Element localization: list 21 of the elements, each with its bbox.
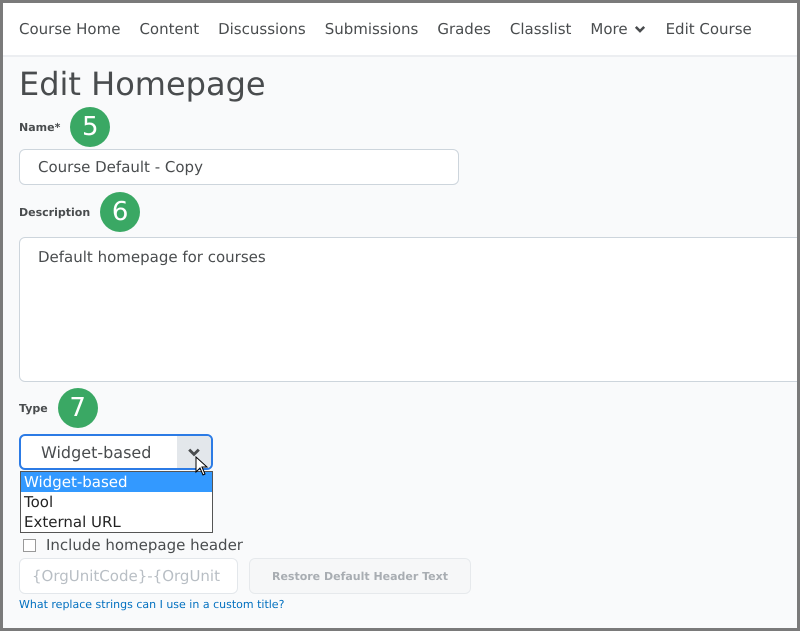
nav-link[interactable]: Grades <box>437 20 491 38</box>
nav-link[interactable]: Edit Course <box>666 20 752 38</box>
description-field[interactable]: Default homepage for courses <box>19 237 797 382</box>
nav-link[interactable]: Content <box>139 20 200 38</box>
field-label: Description <box>19 206 90 218</box>
nav-link[interactable]: Submissions <box>324 20 418 38</box>
checkbox[interactable] <box>23 538 36 552</box>
field-label: Type <box>19 402 48 414</box>
page-title: Edit Homepage <box>19 65 267 105</box>
step-badge: 5 <box>70 107 110 147</box>
nav-link[interactable]: Course Home <box>19 20 120 38</box>
type-select[interactable]: Widget-based <box>19 434 213 470</box>
checkbox-label: Include homepage header <box>46 536 243 554</box>
name-field[interactable]: Course Default - Copy <box>19 149 459 185</box>
step-badge: 6 <box>100 192 140 232</box>
field-label: Name* <box>19 120 60 134</box>
nav-link[interactable]: Classlist <box>510 20 572 38</box>
nav-menu[interactable]: More <box>590 20 647 38</box>
nav-link[interactable]: Discussions <box>218 20 306 38</box>
help-link[interactable]: What replace strings can I use in a custom title? <box>19 598 797 611</box>
step-badge: 7 <box>58 388 98 428</box>
